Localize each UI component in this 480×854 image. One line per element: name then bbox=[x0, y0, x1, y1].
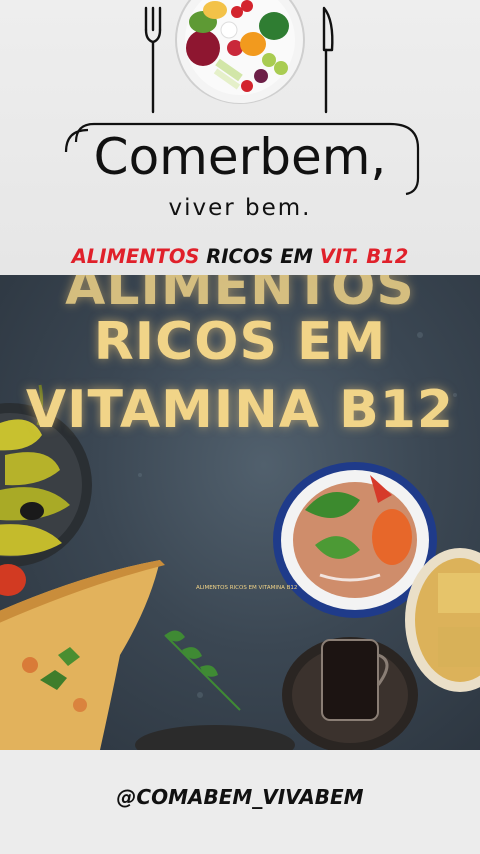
headline-word-2: RICOS EM bbox=[199, 245, 320, 268]
social-handle[interactable]: @COMABEM_VIVABEM bbox=[0, 785, 480, 809]
food-photo: ALIMENTOS RICOS EM VITAMINA B12 ALIMENTO… bbox=[0, 275, 480, 750]
photo-title-line-2: RICOS EM bbox=[93, 312, 387, 372]
photo-title-line-3: VITAMINA B12 bbox=[25, 380, 455, 440]
bottom-bowl bbox=[135, 725, 295, 750]
header: Comerbem, viver bem. ALIMENTOS RICOS EM … bbox=[0, 0, 480, 275]
headline-word-3: VIT. B12 bbox=[319, 245, 409, 268]
brand-subtitle: viver bem. bbox=[168, 195, 312, 221]
photo-title-line-1: ALIMENTOS bbox=[65, 275, 415, 317]
knife-icon bbox=[322, 6, 334, 114]
headline: ALIMENTOS RICOS EM VIT. B12 bbox=[0, 245, 480, 268]
tea-glass bbox=[282, 637, 418, 750]
headline-word-1: ALIMENTOS bbox=[71, 245, 200, 268]
flatbread bbox=[0, 560, 165, 750]
brand-title: Comerbem, bbox=[93, 128, 387, 186]
herb-sprig bbox=[164, 630, 241, 711]
salad-plate-image bbox=[175, 0, 305, 104]
fork-icon bbox=[144, 6, 162, 114]
photo-caption: ALIMENTOS RICOS EM VITAMINA B12 bbox=[196, 585, 298, 591]
